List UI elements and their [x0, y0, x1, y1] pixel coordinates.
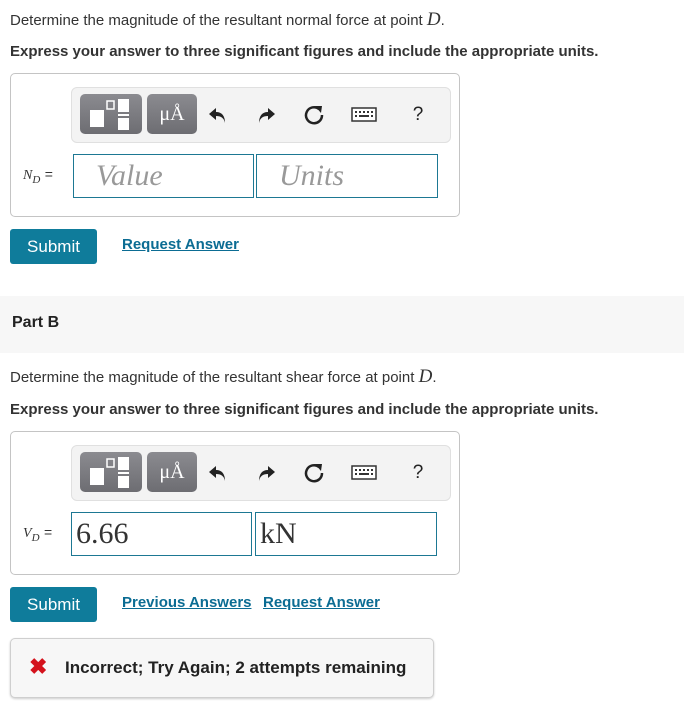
keyboard-icon[interactable] — [350, 104, 378, 128]
point-variable: D — [426, 9, 441, 30]
value-input[interactable]: 6.66 — [71, 512, 252, 556]
part-b-variable-label: VD = — [23, 524, 52, 544]
fraction-template-icon — [90, 99, 129, 130]
reset-icon[interactable] — [302, 461, 326, 485]
part-b-answer-box: μÅ ? VD = 6.66 kN — [10, 431, 460, 575]
previous-answers-link[interactable]: Previous Answers — [122, 594, 252, 611]
variable-symbol: N — [23, 168, 33, 183]
equals-sign: = — [43, 524, 53, 540]
equals-sign: = — [44, 166, 53, 182]
part-b-request-answer-link[interactable]: Request Answer — [263, 594, 380, 611]
units-input[interactable]: kN — [255, 512, 437, 556]
help-button[interactable]: ? — [406, 461, 430, 485]
templates-button[interactable] — [80, 452, 142, 492]
feedback-text: Incorrect; Try Again; 2 attempts remaini… — [65, 658, 407, 677]
part-b-title: Part B — [12, 314, 60, 331]
part-a-submit-button[interactable]: Submit — [10, 229, 97, 264]
part-b-prompt-text: Determine the magnitude of the resultant… — [10, 369, 419, 386]
value-input[interactable]: Value — [73, 154, 254, 198]
help-button[interactable]: ? — [406, 103, 430, 127]
part-b-instruction: Express your answer to three significant… — [10, 401, 599, 418]
templates-button[interactable] — [80, 94, 142, 134]
part-b-submit-button[interactable]: Submit — [10, 587, 97, 622]
part-a-request-answer-link[interactable]: Request Answer — [122, 236, 239, 253]
part-b-header[interactable]: Part B — [0, 296, 684, 353]
redo-icon[interactable] — [254, 103, 278, 127]
variable-subscript: D — [31, 532, 40, 545]
undo-icon[interactable] — [206, 461, 230, 485]
reset-icon[interactable] — [302, 103, 326, 127]
units-button[interactable]: μÅ — [147, 452, 197, 492]
part-a-prompt: Determine the magnitude of the resultant… — [10, 9, 445, 30]
variable-symbol: V — [23, 526, 32, 541]
x-icon: ✖ — [29, 654, 48, 679]
redo-icon[interactable] — [254, 461, 278, 485]
units-input[interactable]: Units — [256, 154, 438, 198]
part-a-math-toolbar: μÅ ? — [71, 87, 451, 143]
undo-icon[interactable] — [206, 103, 230, 127]
part-b-math-toolbar: μÅ ? — [71, 445, 451, 501]
part-a-answer-box: μÅ ? ND = Value Units — [10, 73, 460, 217]
part-a-prompt-text: Determine the magnitude of the resultant… — [10, 12, 427, 29]
variable-subscript: D — [32, 174, 41, 187]
feedback-message-box: ✖ Incorrect; Try Again; 2 attempts remai… — [10, 638, 434, 698]
fraction-template-icon — [90, 457, 129, 488]
point-variable: D — [418, 366, 433, 387]
part-b-prompt: Determine the magnitude of the resultant… — [10, 366, 437, 387]
part-a-variable-label: ND = — [23, 166, 53, 186]
keyboard-icon[interactable] — [350, 462, 378, 486]
part-a-instruction: Express your answer to three significant… — [10, 43, 599, 60]
units-button[interactable]: μÅ — [147, 94, 197, 134]
